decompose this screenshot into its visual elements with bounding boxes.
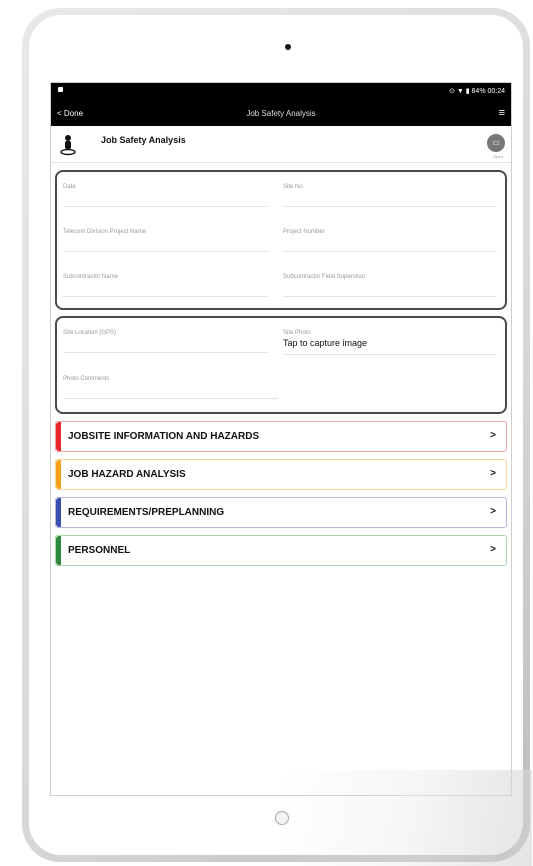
chevron-right-icon: > (490, 506, 496, 517)
field-supervisor-field[interactable]: Subcontractor Field Supervisor (283, 274, 497, 297)
chevron-right-icon: > (490, 544, 496, 555)
notification-icon (58, 87, 63, 92)
subcontractor-name-label: Subcontractor Name (63, 274, 119, 280)
site-location-field[interactable]: Site Location (GPS) (63, 330, 268, 353)
section-personnel[interactable]: PERSONNEL > (55, 535, 507, 566)
section-color-bar (56, 422, 61, 451)
section-jobsite-information[interactable]: JOBSITE INFORMATION AND HAZARDS > (55, 421, 507, 452)
site-photo-field[interactable]: Site Photo Tap to capture image (283, 330, 497, 355)
section-job-hazard-analysis[interactable]: JOB HAZARD ANALYSIS > (55, 459, 507, 490)
chevron-right-icon: > (490, 430, 496, 441)
home-button[interactable] (275, 811, 289, 825)
site-no-field[interactable]: Site No. (283, 184, 497, 207)
field-supervisor-label: Subcontractor Field Supervisor (283, 274, 366, 280)
date-field[interactable]: Date (63, 184, 268, 207)
capture-image-link[interactable]: Tap to capture image (283, 338, 497, 348)
section-label: REQUIREMENTS/PREPLANNING (68, 507, 225, 518)
project-number-field[interactable]: Project Number (283, 229, 497, 252)
status-indicators: ⊙ ▼ ▮ 84% 00:24 (449, 88, 505, 95)
subcontractor-name-field[interactable]: Subcontractor Name (63, 274, 268, 297)
open-document-button[interactable]: ▭ (487, 134, 505, 152)
site-photo-card: Site Location (GPS) Site Photo Tap to ca… (55, 316, 507, 414)
navigation-bar: < Done Job Safety Analysis ≡ (51, 102, 511, 126)
status-bar: ⊙ ▼ ▮ 84% 00:24 (51, 83, 511, 102)
menu-icon[interactable]: ≡ (499, 108, 505, 119)
site-photo-label: Site Photo (283, 330, 311, 336)
section-label: JOB HAZARD ANALYSIS (68, 469, 186, 480)
open-label: Open (493, 154, 503, 159)
chevron-right-icon: > (490, 468, 496, 479)
location-person-icon (60, 135, 76, 156)
section-label: JOBSITE INFORMATION AND HAZARDS (68, 431, 260, 442)
project-name-label: Telecom Division Project Name (63, 229, 147, 235)
section-color-bar (56, 498, 61, 527)
job-info-card: Date Site No. Telecom Division Project N… (55, 170, 507, 310)
nav-title: Job Safety Analysis (246, 109, 316, 118)
page-title: Job Safety Analysis (101, 135, 186, 145)
section-requirements-preplanning[interactable]: REQUIREMENTS/PREPLANNING > (55, 497, 507, 528)
section-label: PERSONNEL (68, 545, 131, 556)
project-number-label: Project Number (283, 229, 325, 235)
site-location-label: Site Location (GPS) (63, 330, 117, 336)
section-color-bar (56, 536, 61, 565)
section-color-bar (56, 460, 61, 489)
photo-comments-label: Photo Comments (63, 376, 110, 382)
photo-comments-field[interactable]: Photo Comments (63, 376, 278, 399)
form-header: Job Safety Analysis ▭ Open (51, 126, 511, 163)
project-name-field[interactable]: Telecom Division Project Name (63, 229, 268, 252)
app-screen: ⊙ ▼ ▮ 84% 00:24 < Done Job Safety Analys… (50, 82, 512, 796)
date-label: Date (63, 184, 76, 190)
camera-icon (285, 44, 291, 50)
site-no-label: Site No. (283, 184, 305, 190)
